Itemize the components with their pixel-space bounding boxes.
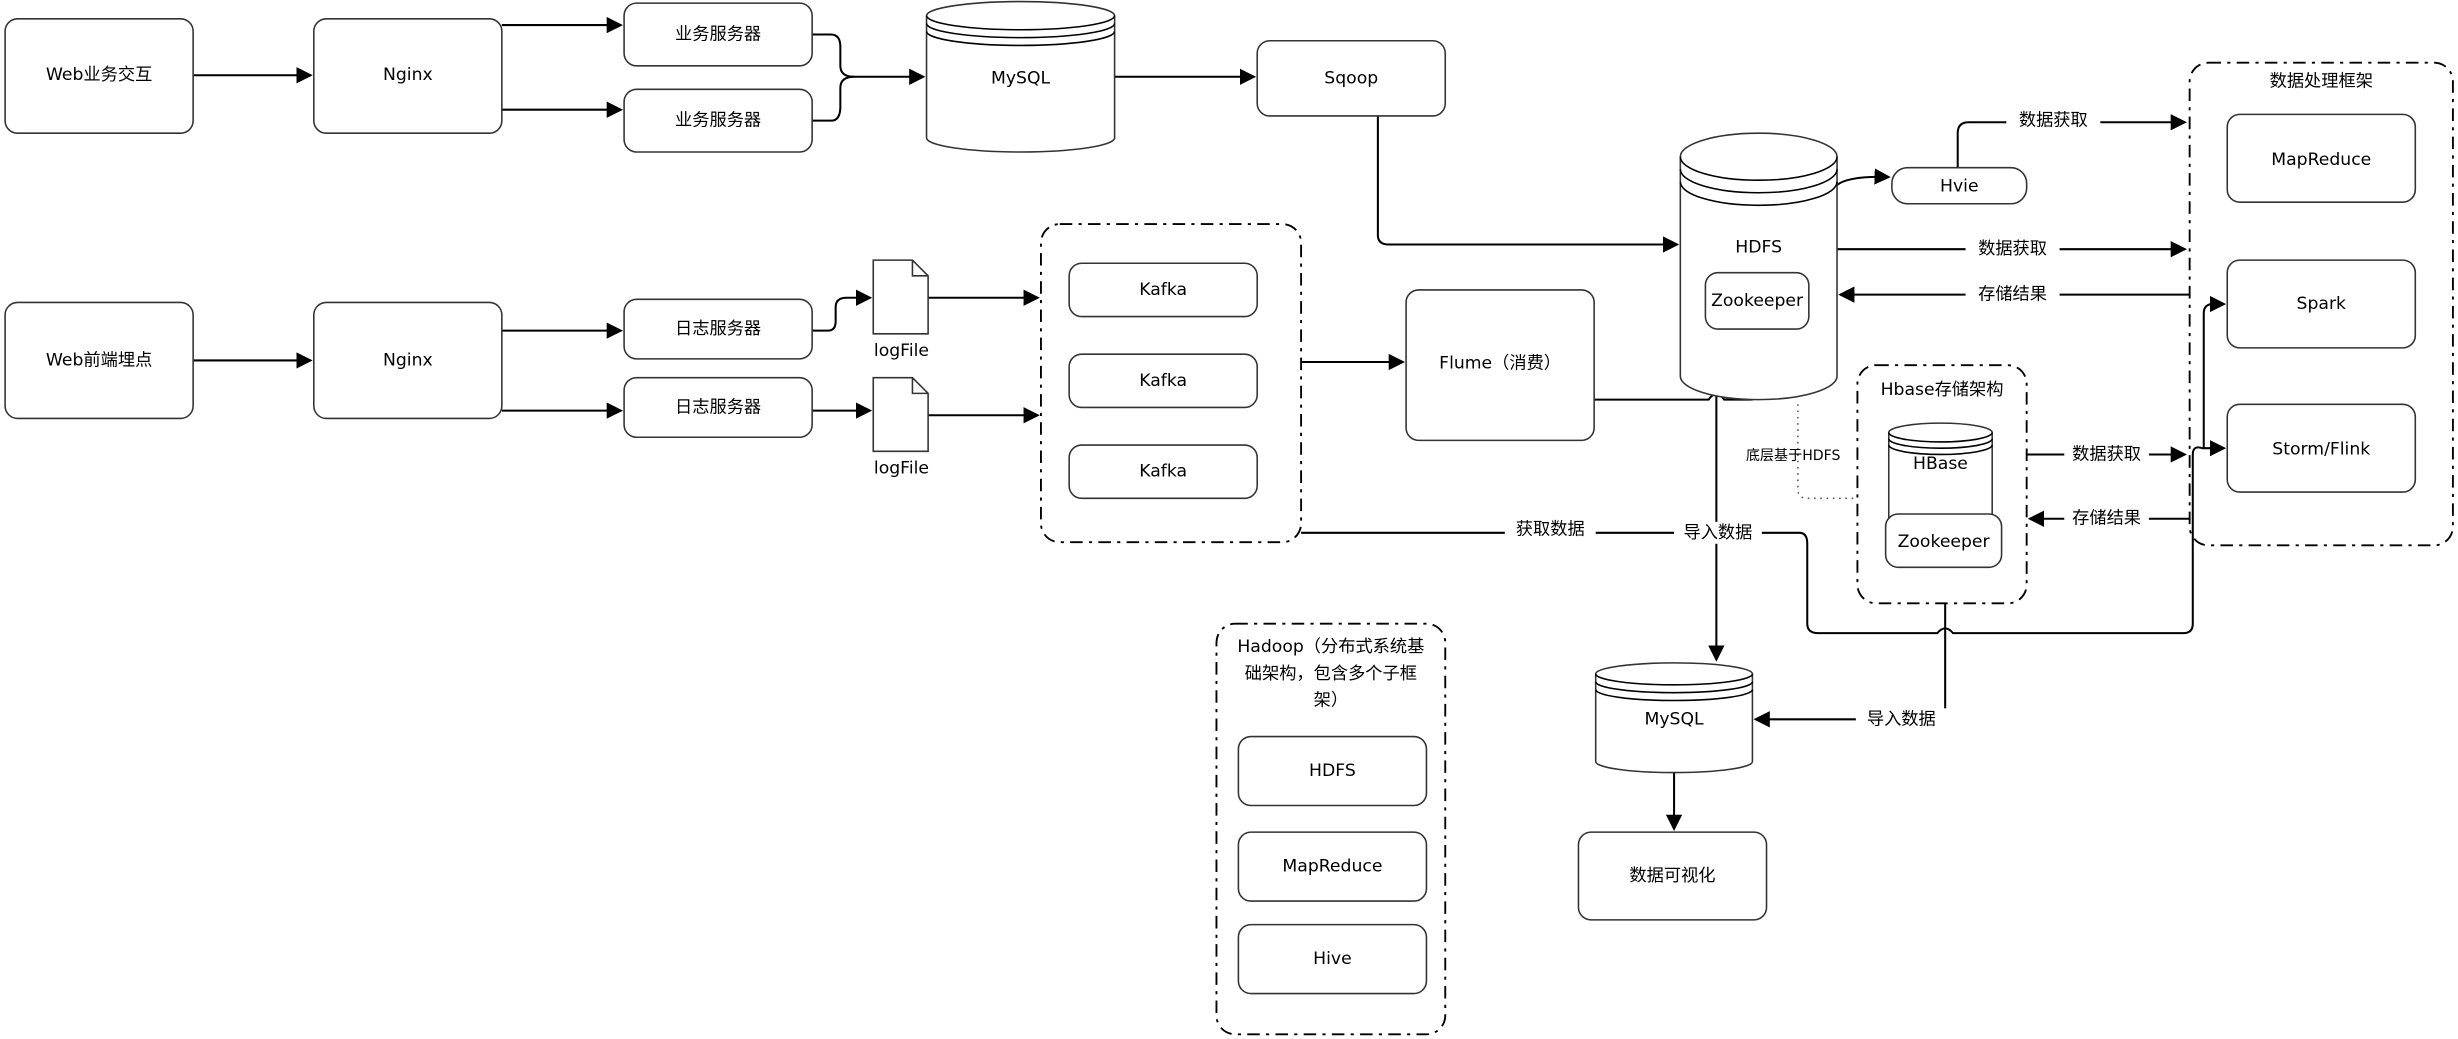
label-hbase-fetch: 数据获取 bbox=[2072, 444, 2141, 464]
mysql-db-1: MySQL bbox=[925, 0, 1116, 153]
svg-text:Kafka: Kafka bbox=[1139, 280, 1187, 300]
file-icon bbox=[872, 259, 929, 335]
storm-flink-node: Storm/Flink bbox=[2226, 403, 2417, 493]
nginx-node-1: Nginx bbox=[313, 18, 503, 134]
svg-text:MySQL: MySQL bbox=[1644, 709, 1704, 729]
log-server-1: 日志服务器 bbox=[623, 298, 813, 360]
svg-text:Kafka: Kafka bbox=[1139, 462, 1187, 482]
svg-text:Web前端埋点: Web前端埋点 bbox=[46, 350, 152, 370]
svg-text:业务服务器: 业务服务器 bbox=[675, 111, 761, 131]
sqoop-node: Sqoop bbox=[1256, 39, 1447, 117]
kafka-2: Kafka bbox=[1068, 353, 1258, 409]
svg-text:Hbase存储架构: Hbase存储架构 bbox=[1881, 380, 2004, 400]
label-hbase-store: 存储结果 bbox=[2072, 509, 2141, 529]
label-import-1: 导入数据 bbox=[1683, 523, 1752, 543]
svg-text:Spark: Spark bbox=[2297, 294, 2346, 314]
label-hdfs-fetch: 数据获取 bbox=[1978, 239, 2047, 259]
kafka-3: Kafka bbox=[1068, 444, 1258, 500]
label-hdfs-store: 存储结果 bbox=[1978, 285, 2047, 305]
svg-text:Zookeeper: Zookeeper bbox=[1898, 532, 1991, 552]
svg-text:Nginx: Nginx bbox=[383, 350, 433, 370]
svg-text:Sqoop: Sqoop bbox=[1324, 68, 1378, 88]
mapreduce-node: MapReduce bbox=[2226, 113, 2417, 203]
svg-text:架）: 架） bbox=[1314, 691, 1348, 711]
logfile-1: logFile bbox=[872, 259, 929, 361]
web-biz-node: Web业务交互 bbox=[4, 18, 194, 134]
flume-node: Flume（消费） bbox=[1405, 289, 1595, 442]
svg-text:Web业务交互: Web业务交互 bbox=[46, 65, 152, 85]
hbase-zookeeper: Zookeeper bbox=[1884, 513, 2003, 569]
hdfs-based-note: 底层基于HDFS bbox=[1746, 447, 1841, 464]
svg-text:Nginx: Nginx bbox=[383, 65, 433, 85]
hadoop-mapreduce: MapReduce bbox=[1237, 831, 1428, 902]
kafka-1: Kafka bbox=[1068, 262, 1258, 318]
label-hvie-fetch: 数据获取 bbox=[2019, 111, 2088, 131]
svg-text:数据可视化: 数据可视化 bbox=[1629, 866, 1715, 886]
label-import-2: 导入数据 bbox=[1867, 709, 1936, 729]
biz-server-2: 业务服务器 bbox=[623, 88, 813, 153]
svg-text:MapReduce: MapReduce bbox=[1282, 857, 1382, 877]
svg-text:Storm/Flink: Storm/Flink bbox=[2272, 440, 2370, 460]
svg-text:日志服务器: 日志服务器 bbox=[675, 319, 761, 339]
mysql-db-2: MySQL bbox=[1594, 662, 1754, 774]
svg-text:logFile: logFile bbox=[874, 341, 929, 361]
hvie-node: Hvie bbox=[1891, 166, 2028, 205]
log-server-2: 日志服务器 bbox=[623, 376, 813, 439]
svg-text:Kafka: Kafka bbox=[1139, 371, 1187, 391]
file-icon bbox=[872, 376, 929, 453]
svg-text:Hvie: Hvie bbox=[1940, 176, 1979, 196]
svg-text:HDFS: HDFS bbox=[1309, 761, 1356, 781]
svg-text:HDFS: HDFS bbox=[1735, 238, 1782, 258]
hadoop-hive: Hive bbox=[1237, 923, 1428, 995]
svg-text:数据处理框架: 数据处理框架 bbox=[2270, 71, 2373, 91]
hadoop-hdfs: HDFS bbox=[1237, 735, 1428, 807]
label-kafka-fetch: 获取数据 bbox=[1516, 520, 1585, 540]
hdfs-db: HDFS Zookeeper bbox=[1679, 132, 1838, 401]
architecture-diagram: 数据获取 数据获取 存储结果 数据获取 存储结果 获取数据 导入数据 导入数据 … bbox=[4, 0, 2454, 1036]
svg-text:MySQL: MySQL bbox=[991, 68, 1051, 88]
logfile-2: logFile bbox=[872, 376, 929, 479]
svg-text:HBase: HBase bbox=[1913, 454, 1968, 474]
svg-text:Flume（消费）: Flume（消费） bbox=[1439, 354, 1561, 374]
svg-text:业务服务器: 业务服务器 bbox=[675, 24, 761, 44]
svg-text:Hive: Hive bbox=[1313, 949, 1352, 969]
svg-text:Hadoop（分布式系统基: Hadoop（分布式系统基 bbox=[1237, 637, 1424, 657]
svg-text:Zookeeper: Zookeeper bbox=[1711, 291, 1804, 311]
biz-server-1: 业务服务器 bbox=[623, 2, 813, 67]
spark-node: Spark bbox=[2226, 259, 2417, 349]
svg-text:MapReduce: MapReduce bbox=[2271, 150, 2371, 170]
nginx-node-2: Nginx bbox=[313, 301, 503, 420]
svg-text:础架构，包含多个子框: 础架构，包含多个子框 bbox=[1245, 664, 1417, 684]
svg-text:日志服务器: 日志服务器 bbox=[675, 397, 761, 417]
visualization-node: 数据可视化 bbox=[1577, 831, 1768, 921]
web-front-node: Web前端埋点 bbox=[4, 301, 194, 420]
svg-text:logFile: logFile bbox=[874, 459, 929, 479]
